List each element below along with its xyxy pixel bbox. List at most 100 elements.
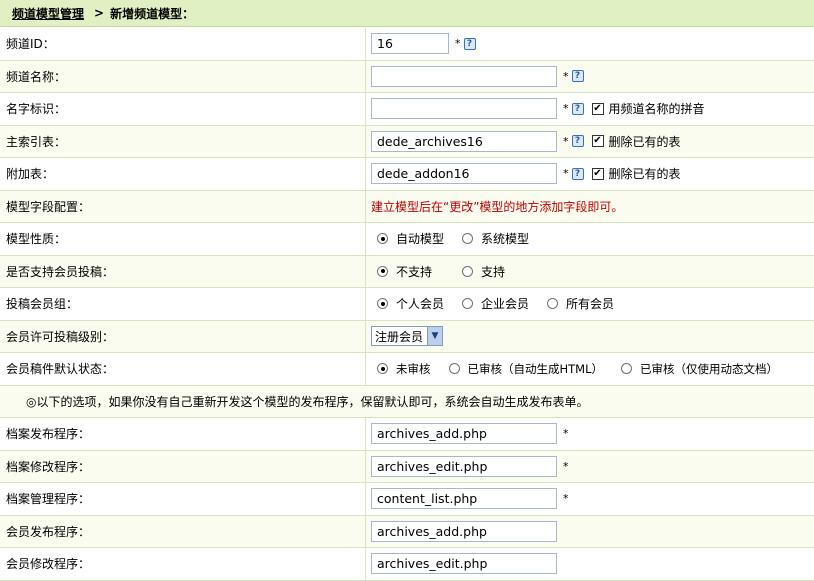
row-member-submit: 是否支持会员投稿： 不支持 支持 [0, 255, 814, 288]
help-icon[interactable]: ? [571, 102, 584, 115]
required-mark: * [563, 69, 569, 83]
channel-id-input[interactable] [371, 33, 449, 55]
required-mark: * [563, 492, 569, 506]
member-add-label: 会员发布程序： [0, 515, 366, 547]
required-mark: * [455, 37, 461, 51]
checkbox-checked-icon[interactable]: ✔ [591, 135, 604, 148]
radio-unreviewed[interactable]: 未审核 [377, 361, 431, 377]
member-level-select[interactable]: 注册会员 ▼ [371, 326, 444, 347]
member-status-label: 会员稿件默认状态： [0, 353, 366, 385]
help-icon[interactable]: ? [571, 167, 584, 180]
row-field-config: 模型字段配置： 建立模型后在“更改”模型的地方添加字段即可。 [0, 190, 814, 223]
row-name-tag: 名字标识： * ? ✔ 用频道名称的拼音 [0, 93, 814, 126]
radio-personal-member[interactable]: 个人会员 [377, 295, 444, 312]
required-mark: * [563, 102, 569, 116]
channel-name-label: 频道名称： [0, 60, 366, 92]
radio-auto-model[interactable]: 自动模型 [377, 230, 444, 247]
archive-manage-label: 档案管理程序： [0, 483, 366, 515]
channel-id-label: 频道ID： [0, 28, 366, 60]
radio-unselected-icon[interactable] [462, 233, 474, 245]
radio-unselected-icon[interactable] [462, 265, 474, 277]
radio-unselected-icon[interactable] [547, 298, 559, 310]
channel-model-form: 频道ID： * ? 频道名称： * ? 名字标识： * ? ✔ 用频道名称的拼音 [0, 28, 814, 581]
radio-unselected-icon[interactable] [448, 363, 460, 375]
row-notice: ◎以下的选项，如果你没有自己重新开发这个模型的发布程序，保留默认即可，系统会自动… [0, 385, 814, 418]
name-tag-label: 名字标识： [0, 93, 366, 125]
member-add-input[interactable] [371, 520, 557, 542]
archive-edit-label: 档案修改程序： [0, 450, 366, 482]
radio-label: 已审核（自动生成HTML） [467, 361, 604, 376]
radio-label: 企业会员 [481, 297, 530, 312]
delete-addon-table-checkbox[interactable]: ✔ 删除已有的表 [591, 165, 681, 182]
delete-addon-table-label: 删除已有的表 [608, 167, 681, 182]
checkbox-checked-icon[interactable]: ✔ [591, 167, 604, 180]
use-pinyin-checkbox[interactable]: ✔ 用频道名称的拼音 [591, 100, 705, 117]
required-mark: * [563, 427, 569, 441]
radio-label: 已审核（仅使用动态文档） [640, 361, 779, 376]
row-addon-table: 附加表： * ? ✔ 删除已有的表 [0, 158, 814, 191]
main-table-input[interactable] [371, 130, 557, 152]
member-level-label: 会员许可投稿级别： [0, 320, 366, 352]
radio-selected-icon[interactable] [377, 298, 388, 310]
member-edit-input[interactable] [371, 553, 557, 575]
row-model-type: 模型性质： 自动模型 系统模型 [0, 223, 814, 256]
required-mark: * [563, 167, 569, 181]
field-config-note: 建立模型后在“更改”模型的地方添加字段即可。 [371, 199, 624, 214]
breadcrumb-current: 新增频道模型： [110, 6, 195, 21]
archive-edit-input[interactable] [371, 455, 557, 477]
row-member-level: 会员许可投稿级别： 注册会员 ▼ [0, 320, 814, 353]
breadcrumb: 频道模型管理 > 新增频道模型： [0, 0, 814, 27]
chevron-down-icon[interactable]: ▼ [427, 327, 443, 346]
radio-reviewed-html[interactable]: 已审核（自动生成HTML） [448, 361, 604, 377]
radio-unselected-icon[interactable] [462, 298, 474, 310]
member-submit-label: 是否支持会员投稿： [0, 255, 366, 287]
addon-table-label: 附加表： [0, 158, 366, 190]
addon-table-input[interactable] [371, 163, 557, 185]
radio-selected-icon[interactable] [377, 363, 388, 375]
model-type-label: 模型性质： [0, 223, 366, 255]
row-channel-name: 频道名称： * ? [0, 60, 814, 93]
row-archive-add: 档案发布程序： * [0, 418, 814, 451]
row-archive-manage: 档案管理程序： * [0, 483, 814, 516]
row-main-table: 主索引表： * ? ✔ 删除已有的表 [0, 125, 814, 158]
name-tag-input[interactable] [371, 98, 557, 120]
member-group-label: 投稿会员组： [0, 288, 366, 320]
radio-label: 系统模型 [481, 232, 530, 247]
row-archive-edit: 档案修改程序： * [0, 450, 814, 483]
delete-main-table-checkbox[interactable]: ✔ 删除已有的表 [591, 133, 681, 150]
radio-system-model[interactable]: 系统模型 [462, 230, 529, 247]
main-table-label: 主索引表： [0, 125, 366, 157]
archive-add-input[interactable] [371, 423, 557, 445]
help-icon[interactable]: ? [571, 135, 584, 148]
radio-company-member[interactable]: 企业会员 [462, 295, 529, 312]
required-mark: * [563, 459, 569, 473]
channel-name-input[interactable] [371, 65, 557, 87]
row-member-edit: 会员修改程序： [0, 548, 814, 581]
radio-label: 个人会员 [396, 297, 445, 312]
checkbox-checked-icon[interactable]: ✔ [591, 102, 604, 115]
radio-all-members[interactable]: 所有会员 [547, 295, 614, 312]
use-pinyin-label: 用频道名称的拼音 [608, 102, 705, 117]
radio-unselected-icon[interactable] [621, 363, 633, 375]
archive-manage-input[interactable] [371, 488, 557, 510]
radio-support[interactable]: 支持 [462, 263, 505, 280]
help-icon[interactable]: ? [463, 37, 476, 50]
row-member-status: 会员稿件默认状态： 未审核 已审核（自动生成HTML） 已审核（仅使用动态文档） [0, 353, 814, 386]
radio-label: 未审核 [396, 361, 431, 376]
delete-main-table-label: 删除已有的表 [608, 134, 681, 149]
radio-not-support[interactable]: 不支持 [377, 263, 432, 280]
radio-reviewed-dynamic[interactable]: 已审核（仅使用动态文档） [621, 361, 778, 377]
notice-text: ◎以下的选项，如果你没有自己重新开发这个模型的发布程序，保留默认即可，系统会自动… [26, 394, 589, 409]
archive-add-label: 档案发布程序： [0, 418, 366, 450]
radio-label: 不支持 [396, 264, 433, 279]
radio-selected-icon[interactable] [377, 265, 388, 277]
row-member-group: 投稿会员组： 个人会员 企业会员 所有会员 [0, 288, 814, 321]
help-icon[interactable]: ? [571, 70, 584, 83]
row-channel-id: 频道ID： * ? [0, 28, 814, 61]
breadcrumb-link-model-manage[interactable]: 频道模型管理 [12, 5, 84, 22]
radio-label: 支持 [481, 264, 506, 279]
required-mark: * [563, 134, 569, 148]
radio-selected-icon[interactable] [377, 233, 388, 245]
radio-label: 自动模型 [396, 232, 445, 247]
row-member-add: 会员发布程序： [0, 515, 814, 548]
